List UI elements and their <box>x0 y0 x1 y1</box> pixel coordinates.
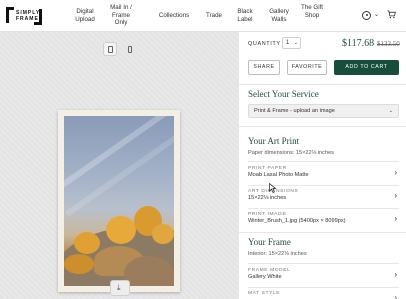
option-divider <box>248 287 399 288</box>
logo-text-line2: FRAMED <box>16 16 44 22</box>
favorite-button[interactable]: FAVORITE <box>287 60 327 75</box>
print-image-option[interactable]: PRINT IMAGE Winter_Brush_1.jpg (5400px ×… <box>248 212 399 228</box>
grass-bush <box>64 254 94 274</box>
logo-corner-mark <box>6 7 14 23</box>
nav-mail-in-frame-only[interactable]: Mail In / Frame Only <box>109 4 133 27</box>
grass-bush <box>74 232 100 254</box>
product-config-panel: QUANTITY 1 ⌄ $117.68 $133.50 SHARE FAVOR… <box>238 32 406 299</box>
nav-black-label[interactable]: Black Label <box>234 8 256 23</box>
mobile-icon <box>128 46 132 53</box>
mouse-cursor-icon <box>269 183 277 193</box>
desktop-icon <box>108 46 113 53</box>
chevron-down-icon: ⌄ <box>388 108 393 114</box>
option-label: PRINT PAPER <box>248 166 287 171</box>
chevron-right-icon: › <box>394 270 397 279</box>
divider <box>239 232 406 233</box>
service-select[interactable]: Print & Frame - upload an image ⌄ <box>248 104 399 118</box>
chevron-right-icon: › <box>394 191 397 200</box>
frame-model-option[interactable]: FRAME MODEL Gallery White › <box>248 268 399 284</box>
current-price: $117.68 <box>342 38 375 49</box>
option-divider <box>248 263 399 264</box>
select-service-title: Select Your Service <box>248 89 319 99</box>
user-icon[interactable] <box>362 11 371 20</box>
option-value: Gallery White <box>248 274 282 280</box>
chevron-right-icon: › <box>394 214 397 223</box>
download-icon: ⤓ <box>117 283 121 292</box>
your-frame-title: Your Frame <box>248 237 291 247</box>
option-label: MAT STYLE <box>248 291 281 296</box>
grass-bush <box>152 224 174 244</box>
nav-gift-shop[interactable]: The Gift Shop <box>301 4 323 19</box>
paper-dimensions-text: Paper dimensions: 15×22⅛ inches <box>248 150 334 156</box>
chevron-right-icon: › <box>394 293 397 299</box>
grass-bush <box>106 216 136 244</box>
nav-trade[interactable]: Trade <box>204 12 224 20</box>
original-price: $133.50 <box>377 40 400 48</box>
nav-digital-upload[interactable]: Digital Upload <box>73 8 97 23</box>
divider <box>239 84 406 85</box>
cart-icon-svg <box>387 10 396 19</box>
chevron-down-icon: ⌄ <box>293 40 298 46</box>
artwork-image <box>64 116 174 286</box>
mobile-view-toggle[interactable] <box>122 42 136 56</box>
option-divider <box>248 208 399 209</box>
option-value: Winter_Brush_1.jpg (5400px × 8099px) <box>248 218 346 224</box>
cart-icon[interactable] <box>387 10 396 21</box>
nav-collections[interactable]: Collections <box>156 12 192 20</box>
option-label: FRAME MODEL <box>248 268 291 273</box>
quantity-label: QUANTITY <box>248 41 281 47</box>
option-divider <box>248 161 399 162</box>
preview-area: ⤓ <box>0 32 238 299</box>
chevron-down-icon[interactable]: ⌄ <box>374 11 379 18</box>
print-paper-option[interactable]: PRINT PAPER Moab Lasal Photo Matte › <box>248 166 399 182</box>
option-value: Moab Lasal Photo Matte <box>248 172 309 178</box>
desktop-view-toggle[interactable] <box>103 42 117 56</box>
site-header: SIMPLY FRAMED Digital Upload Mail In / F… <box>0 0 406 32</box>
share-button[interactable]: SHARE <box>248 60 280 75</box>
mat-style-option[interactable]: MAT STYLE › <box>248 291 399 299</box>
download-button[interactable]: ⤓ <box>110 280 130 296</box>
dry-grass <box>124 256 174 286</box>
quantity-select[interactable]: 1 ⌄ <box>282 37 301 49</box>
nav-gallery-walls[interactable]: Gallery Walls <box>266 8 292 23</box>
option-label: PRINT IMAGE <box>248 212 287 217</box>
frame-interior-text: Interior: 15×22⅛ inches <box>248 251 307 257</box>
chevron-right-icon: › <box>394 168 397 177</box>
add-to-cart-button[interactable]: ADD TO CART <box>334 60 399 75</box>
simply-framed-logo[interactable]: SIMPLY FRAMED <box>6 6 42 26</box>
art-print-title: Your Art Print <box>248 136 300 146</box>
option-value: 15×22⅛ inches <box>248 195 287 201</box>
framed-artwork-preview <box>58 110 180 292</box>
service-selected-value: Print & Frame - upload an image <box>254 108 335 114</box>
divider <box>239 126 406 127</box>
quantity-value: 1 <box>286 40 290 46</box>
